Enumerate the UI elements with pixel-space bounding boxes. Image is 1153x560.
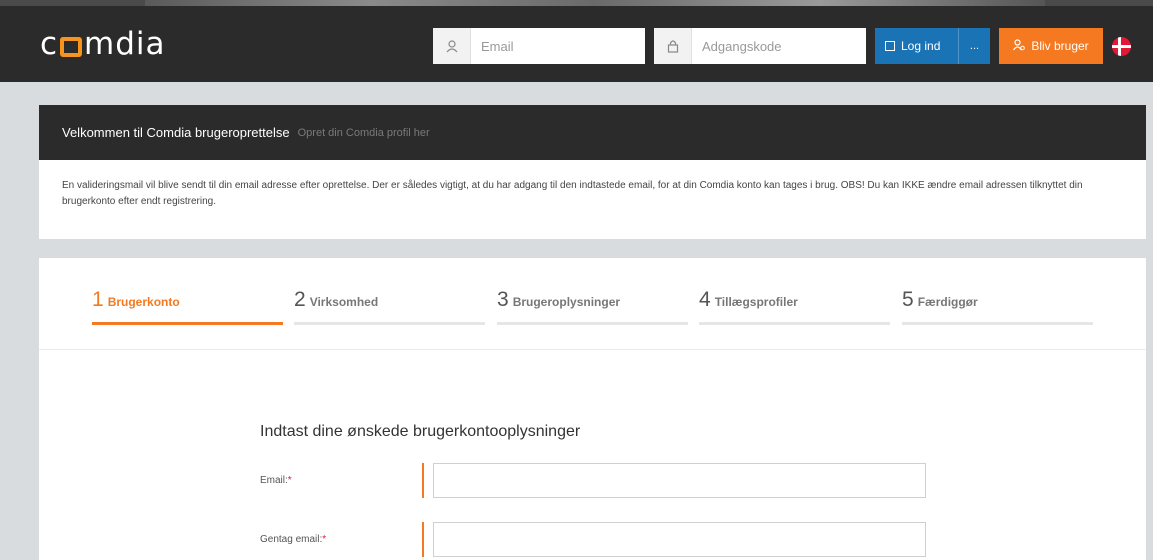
welcome-header: Velkommen til Comdia brugeroprettelse Op… — [39, 105, 1146, 160]
required-marker: * — [322, 534, 327, 545]
step-indicator — [497, 322, 688, 325]
user-icon — [433, 28, 471, 64]
step-indicator — [902, 322, 1093, 325]
logo-text-right: mdia — [84, 26, 166, 62]
form-title: Indtast dine ønskede brugerkontooplysnin… — [260, 423, 581, 440]
welcome-card: Velkommen til Comdia brugeroprettelse Op… — [39, 105, 1146, 239]
email-label: Email:* — [260, 475, 292, 486]
step-number: 2 — [294, 288, 306, 311]
step-number: 4 — [699, 288, 711, 311]
step-indicator — [92, 322, 283, 325]
wizard-steps: 1 Brugerkonto 2 Virksomhed 3 Brugeroplysnin… — [92, 288, 1094, 328]
welcome-info-text: En valideringsmail vil blive sendt til d… — [62, 180, 1083, 207]
step-number: 3 — [497, 288, 509, 311]
header-password-input[interactable] — [692, 29, 852, 63]
required-bar — [422, 522, 424, 557]
logo-square-icon — [60, 37, 83, 57]
step-brugeroplysninger[interactable]: 3 Brugeroplysninger — [497, 288, 688, 328]
step-brugerkonto[interactable]: 1 Brugerkonto — [92, 288, 283, 328]
danish-flag-icon[interactable] — [1112, 37, 1131, 56]
repeat-email-label: Gentag email:* — [260, 534, 327, 545]
login-more-button[interactable]: ... — [959, 40, 990, 52]
login-icon — [885, 41, 895, 51]
form-row-email: Email:* — [260, 463, 960, 499]
required-bar — [422, 463, 424, 498]
site-header: cmdia Log ind ... Bliv bruger — [0, 6, 1153, 82]
signup-button[interactable]: Bliv bruger — [999, 28, 1103, 64]
step-label: Brugerkonto — [107, 295, 180, 309]
step-indicator — [294, 322, 485, 325]
divider — [39, 349, 1146, 350]
welcome-subtitle: Opret din Comdia profil her — [297, 126, 430, 139]
login-button[interactable]: Log ind — [875, 28, 959, 64]
welcome-title: Velkommen til Comdia brugeroprettelse — [62, 125, 290, 140]
step-label: Tillægsprofiler — [714, 295, 798, 309]
email-field[interactable] — [433, 463, 926, 498]
step-label: Virksomhed — [309, 295, 379, 309]
header-email-field — [433, 28, 645, 64]
comdia-logo[interactable]: c mdia — [40, 26, 166, 62]
registration-card: 1 Brugerkonto 2 Virksomhed 3 Brugeroplysnin… — [39, 258, 1146, 560]
repeat-email-field[interactable] — [433, 522, 926, 557]
step-faerdiggoer[interactable]: 5 Færdiggør — [902, 288, 1093, 328]
step-label: Færdiggør — [917, 295, 978, 309]
step-label: Brugeroplysninger — [512, 295, 621, 309]
step-number: 5 — [902, 288, 914, 311]
form-row-repeat-email: Gentag email:* — [260, 522, 960, 558]
login-button-group: Log ind ... — [875, 28, 990, 64]
lock-icon — [654, 28, 692, 64]
signup-label: Bliv bruger — [1031, 39, 1089, 53]
step-indicator — [699, 322, 890, 325]
logo-text-left: c — [40, 26, 59, 62]
step-virksomhed[interactable]: 2 Virksomhed — [294, 288, 485, 328]
header-email-input[interactable] — [471, 29, 631, 63]
step-number: 1 — [92, 288, 104, 311]
add-user-icon — [1013, 38, 1026, 54]
required-marker: * — [287, 475, 292, 486]
login-label: Log ind — [901, 39, 941, 53]
step-tillaegsprofiler[interactable]: 4 Tillægsprofiler — [699, 288, 890, 328]
header-password-field — [654, 28, 866, 64]
